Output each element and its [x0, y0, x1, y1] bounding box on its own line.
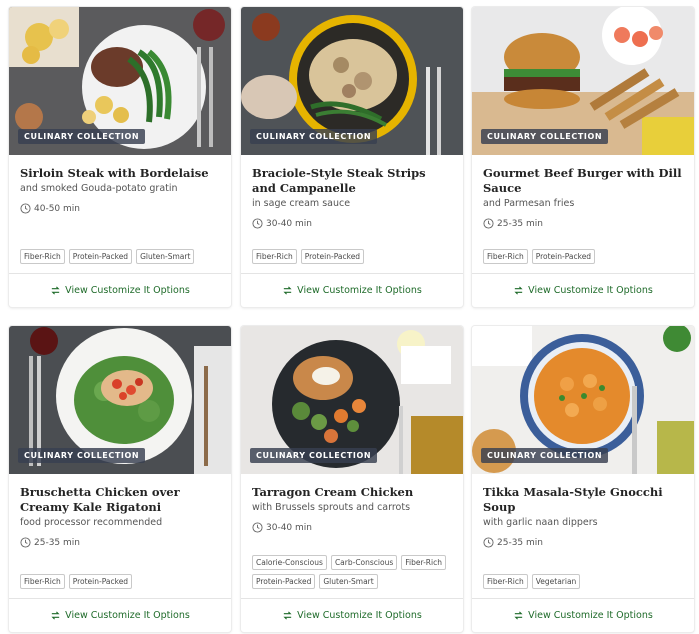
meal-title[interactable]: Bruschetta Chicken over Creamy Kale Riga… [20, 485, 220, 515]
meal-title[interactable]: Braciole-Style Steak Strips and Campanel… [252, 166, 452, 196]
meal-photo[interactable]: CULINARY COLLECTION [9, 326, 231, 474]
meal-tag: Protein-Packed [300, 249, 365, 264]
meal-card[interactable]: CULINARY COLLECTION Tikka Masala-Style G… [472, 326, 694, 632]
cook-time: 30-40 min [252, 522, 452, 533]
meal-card-body: Gourmet Beef Burger with Dill Sauce and … [472, 155, 694, 273]
meal-subtitle: food processor recommended [20, 517, 163, 528]
cook-time-label: 30-40 min [266, 218, 312, 229]
swap-icon [514, 286, 523, 295]
meal-subtitle: in sage cream sauce [252, 198, 351, 209]
culinary-collection-badge: CULINARY COLLECTION [250, 448, 378, 463]
view-customize-options-label: View Customize It Options [528, 610, 653, 621]
swap-icon [51, 286, 60, 295]
meal-tag: Protein-Packed [531, 249, 596, 264]
meal-photo[interactable]: CULINARY COLLECTION [9, 7, 231, 155]
view-customize-options-link[interactable]: View Customize It Options [472, 273, 694, 307]
meal-subtitle: with Brussels sprouts and carrots [252, 502, 411, 513]
meal-photo[interactable]: CULINARY COLLECTION [241, 7, 463, 155]
cook-time: 25-35 min [20, 537, 220, 548]
view-customize-options-label: View Customize It Options [65, 285, 190, 296]
culinary-collection-badge: CULINARY COLLECTION [18, 448, 146, 463]
view-customize-options-link[interactable]: View Customize It Options [241, 598, 463, 632]
meal-title[interactable]: Tikka Masala-Style Gnocchi Soup [483, 485, 683, 515]
meal-tag: Fiber-Rich [20, 249, 65, 264]
meal-photo[interactable]: CULINARY COLLECTION [472, 326, 694, 474]
culinary-collection-badge: CULINARY COLLECTION [481, 129, 609, 144]
swap-icon [283, 286, 292, 295]
meal-card[interactable]: CULINARY COLLECTION Sirloin Steak with B… [9, 7, 231, 307]
clock-icon [483, 218, 494, 229]
clock-icon [252, 218, 263, 229]
meal-tag: Protein-Packed [252, 574, 316, 589]
meal-tag: Fiber-Rich [483, 249, 528, 264]
meal-card-body: Tikka Masala-Style Gnocchi Soup with gar… [472, 474, 694, 598]
culinary-collection-badge: CULINARY COLLECTION [18, 129, 146, 144]
meal-card-body: Bruschetta Chicken over Creamy Kale Riga… [9, 474, 231, 598]
meal-card-body: Tarragon Cream Chicken with Brussels spr… [241, 474, 463, 598]
cook-time-label: 40-50 min [34, 203, 80, 214]
cook-time: 30-40 min [252, 218, 452, 229]
cook-time: 25-35 min [483, 537, 683, 548]
meal-card[interactable]: CULINARY COLLECTION Braciole-Style Steak… [241, 7, 463, 307]
cook-time-label: 25-35 min [497, 218, 543, 229]
clock-icon [20, 537, 31, 548]
swap-icon [514, 611, 523, 620]
meal-card-grid: CULINARY COLLECTION Sirloin Steak with B… [0, 0, 699, 634]
meal-tags: Fiber-Rich Protein-Packed [252, 249, 455, 264]
meal-tags: Calorie-Conscious Carb-Conscious Fiber-R… [252, 555, 455, 589]
meal-tag: Protein-Packed [68, 574, 133, 589]
clock-icon [252, 522, 263, 533]
cook-time-label: 25-35 min [497, 537, 543, 548]
meal-tags: Fiber-Rich Protein-Packed [483, 249, 686, 264]
view-customize-options-label: View Customize It Options [297, 610, 422, 621]
meal-tags: Fiber-Rich Vegetarian [483, 574, 686, 589]
cook-time: 25-35 min [483, 218, 683, 229]
swap-icon [283, 611, 292, 620]
culinary-collection-badge: CULINARY COLLECTION [481, 448, 609, 463]
meal-subtitle: and smoked Gouda-potato gratin [20, 183, 178, 194]
cook-time: 40-50 min [20, 203, 220, 214]
swap-icon [51, 611, 60, 620]
meal-tags: Fiber-Rich Protein-Packed Gluten-Smart [20, 249, 223, 264]
meal-card[interactable]: CULINARY COLLECTION Gourmet Beef Burger … [472, 7, 694, 307]
meal-tag: Gluten-Smart [319, 574, 378, 589]
meal-tag: Protein-Packed [68, 249, 133, 264]
meal-tag: Fiber-Rich [252, 249, 297, 264]
meal-photo[interactable]: CULINARY COLLECTION [472, 7, 694, 155]
meal-card[interactable]: CULINARY COLLECTION Tarragon Cream Chick… [241, 326, 463, 632]
culinary-collection-badge: CULINARY COLLECTION [250, 129, 378, 144]
meal-tag: Calorie-Conscious [252, 555, 327, 570]
clock-icon [483, 537, 494, 548]
view-customize-options-link[interactable]: View Customize It Options [241, 273, 463, 307]
view-customize-options-link[interactable]: View Customize It Options [472, 598, 694, 632]
cook-time-label: 30-40 min [266, 522, 312, 533]
meal-tag: Fiber-Rich [20, 574, 65, 589]
meal-title[interactable]: Sirloin Steak with Bordelaise [20, 166, 220, 181]
meal-tag: Carb-Conscious [330, 555, 398, 570]
meal-title[interactable]: Tarragon Cream Chicken [252, 485, 452, 500]
meal-subtitle: with garlic naan dippers [483, 517, 598, 528]
view-customize-options-label: View Customize It Options [65, 610, 190, 621]
meal-card-body: Braciole-Style Steak Strips and Campanel… [241, 155, 463, 273]
meal-tags: Fiber-Rich Protein-Packed [20, 574, 223, 589]
meal-tag: Fiber-Rich [401, 555, 446, 570]
view-customize-options-link[interactable]: View Customize It Options [9, 273, 231, 307]
cook-time-label: 25-35 min [34, 537, 80, 548]
meal-card-body: Sirloin Steak with Bordelaise and smoked… [9, 155, 231, 273]
meal-title[interactable]: Gourmet Beef Burger with Dill Sauce [483, 166, 683, 196]
meal-card[interactable]: CULINARY COLLECTION Bruschetta Chicken o… [9, 326, 231, 632]
clock-icon [20, 203, 31, 214]
view-customize-options-label: View Customize It Options [297, 285, 422, 296]
meal-photo[interactable]: CULINARY COLLECTION [241, 326, 463, 474]
meal-subtitle: and Parmesan fries [483, 198, 575, 209]
view-customize-options-label: View Customize It Options [528, 285, 653, 296]
view-customize-options-link[interactable]: View Customize It Options [9, 598, 231, 632]
meal-tag: Gluten-Smart [136, 249, 195, 264]
meal-tag: Vegetarian [531, 574, 581, 589]
meal-tag: Fiber-Rich [483, 574, 528, 589]
